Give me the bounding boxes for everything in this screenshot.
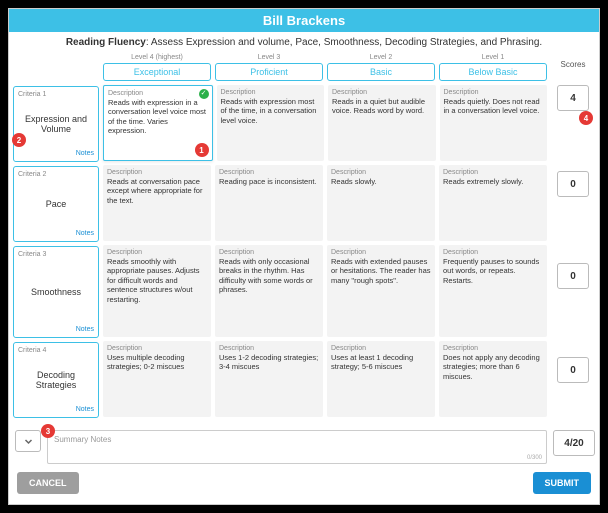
criteria-name: Pace xyxy=(18,178,94,230)
score-box[interactable]: 0 xyxy=(557,263,589,289)
cancel-button[interactable]: CANCEL xyxy=(17,472,79,494)
level-headers: Level 4 (highest) Exceptional Level 3 Prof… xyxy=(103,54,547,81)
cell-desc-label: Description xyxy=(108,90,208,97)
rubric-cell[interactable]: DescriptionReads with expression most of… xyxy=(217,85,325,161)
grid-column: Level 4 (highest) Exceptional Level 3 Prof… xyxy=(103,54,547,418)
scores-header: Scores xyxy=(561,60,586,69)
criteria-box-2[interactable]: Criteria 2 Pace Notes xyxy=(13,166,99,242)
notes-link[interactable]: Notes xyxy=(18,230,94,237)
notes-link[interactable]: Notes xyxy=(18,406,94,413)
criteria-name: Expression and Volume xyxy=(18,98,94,150)
annotation-badge-3: 3 xyxy=(41,424,55,438)
level-small: Level 4 (highest) xyxy=(103,54,211,61)
annotation-badge-4: 4 xyxy=(579,111,593,125)
criteria-name: Decoding Strategies xyxy=(18,354,94,406)
score-box[interactable]: 4 xyxy=(557,85,589,111)
notes-link[interactable]: Notes xyxy=(18,150,94,157)
notes-link[interactable]: Notes xyxy=(18,326,94,333)
criteria-small-label: Criteria 2 xyxy=(18,171,94,178)
grid-row: DescriptionReads smoothly with appropria… xyxy=(103,245,547,337)
action-row: CANCEL SUBMIT xyxy=(9,472,599,504)
criteria-small-label: Criteria 1 xyxy=(18,91,94,98)
level-small: Level 3 xyxy=(215,54,323,61)
annotation-badge-1: 1 xyxy=(195,143,209,157)
rubric-cell[interactable]: DescriptionUses at least 1 decoding stra… xyxy=(327,341,435,417)
subtitle: Reading Fluency: Assess Expression and v… xyxy=(9,32,599,54)
criteria-column: 2 Criteria 1 Expression and Volume Notes… xyxy=(13,54,99,418)
rubric-cell[interactable]: DescriptionReads with only occasional br… xyxy=(215,245,323,337)
cell-text: Reads with expression in a conversation … xyxy=(108,98,208,136)
level-small: Level 1 xyxy=(439,54,547,61)
criteria-box-1[interactable]: 2 Criteria 1 Expression and Volume Notes xyxy=(13,86,99,162)
level-button-basic[interactable]: Basic xyxy=(327,63,435,81)
rubric-cell-selected[interactable]: ✓ 1 Description Reads with expression in… xyxy=(103,85,213,161)
rubric-cell[interactable]: DescriptionReads extremely slowly. xyxy=(439,165,547,241)
level-button-proficient[interactable]: Proficient xyxy=(215,63,323,81)
level-small: Level 2 xyxy=(327,54,435,61)
scores-column: Scores 4 4 0 0 0 xyxy=(551,54,595,418)
chevron-down-icon xyxy=(24,437,33,446)
total-score: 4/20 xyxy=(553,430,595,456)
grid-row: DescriptionReads at conversation pace ex… xyxy=(103,165,547,241)
footer-row: 3 Summary Notes 0/300 4/20 xyxy=(9,426,599,472)
criteria-box-3[interactable]: Criteria 3 Smoothness Notes xyxy=(13,246,99,338)
subtitle-bold: Reading Fluency xyxy=(66,37,146,48)
rubric-cell[interactable]: DescriptionDoes not apply any decoding s… xyxy=(439,341,547,417)
rubric-cell[interactable]: DescriptionReads quietly. Does not read … xyxy=(440,85,548,161)
grid-row: DescriptionUses multiple decoding strate… xyxy=(103,341,547,417)
criteria-small-label: Criteria 4 xyxy=(18,347,94,354)
grid-row: ✓ 1 Description Reads with expression in… xyxy=(103,85,547,161)
rubric-cell[interactable]: DescriptionFrequently pauses to sounds o… xyxy=(439,245,547,337)
score-box[interactable]: 0 xyxy=(557,357,589,383)
rubric-cell[interactable]: DescriptionUses 1-2 decoding strategies;… xyxy=(215,341,323,417)
rubric-cell[interactable]: DescriptionReads at conversation pace ex… xyxy=(103,165,211,241)
rubric-cell[interactable]: DescriptionReading pace is inconsistent. xyxy=(215,165,323,241)
check-icon: ✓ xyxy=(199,89,209,99)
level-button-below-basic[interactable]: Below Basic xyxy=(439,63,547,81)
title-bar: Bill Brackens xyxy=(9,9,599,32)
summary-count: 0/300 xyxy=(527,455,542,461)
annotation-badge-2: 2 xyxy=(12,133,26,147)
summary-placeholder: Summary Notes xyxy=(54,435,540,444)
score-box[interactable]: 0 xyxy=(557,171,589,197)
rubric-cell[interactable]: DescriptionUses multiple decoding strate… xyxy=(103,341,211,417)
rubric-cell[interactable]: DescriptionReads slowly. xyxy=(327,165,435,241)
summary-notes-input[interactable]: Summary Notes 0/300 xyxy=(47,430,547,464)
level-button-exceptional[interactable]: Exceptional xyxy=(103,63,211,81)
criteria-small-label: Criteria 3 xyxy=(18,251,94,258)
submit-button[interactable]: SUBMIT xyxy=(533,472,592,494)
criteria-name: Smoothness xyxy=(18,258,94,326)
subtitle-rest: : Assess Expression and volume, Pace, Sm… xyxy=(146,37,542,48)
criteria-box-4[interactable]: Criteria 4 Decoding Strategies Notes xyxy=(13,342,99,418)
rubric-cell[interactable]: DescriptionReads in a quiet but audible … xyxy=(328,85,436,161)
rubric-cell[interactable]: DescriptionReads with extended pauses or… xyxy=(327,245,435,337)
rubric-window: Bill Brackens Reading Fluency: Assess Ex… xyxy=(8,8,600,505)
expand-button[interactable] xyxy=(15,430,41,452)
rubric-cell[interactable]: DescriptionReads smoothly with appropria… xyxy=(103,245,211,337)
